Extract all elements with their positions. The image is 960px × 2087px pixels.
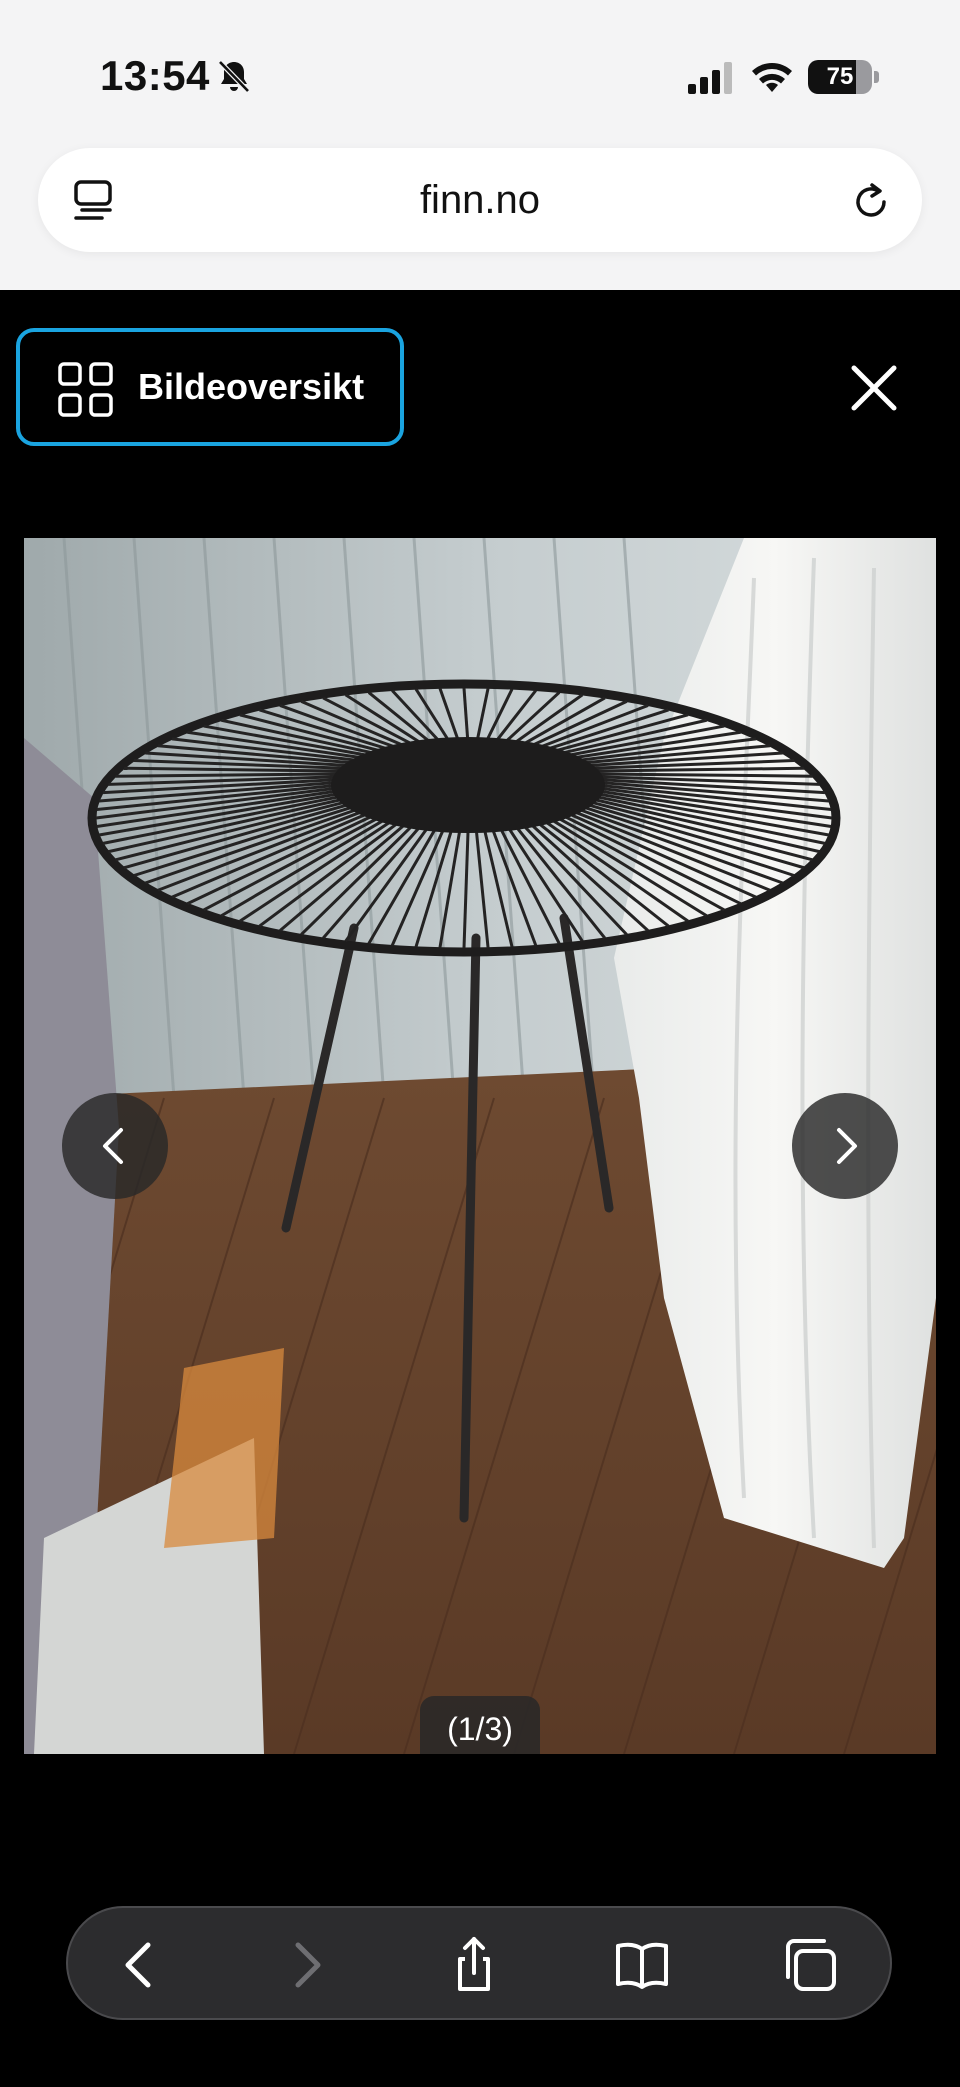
status-time: 13:54 <box>100 52 210 99</box>
forward-icon <box>295 1942 321 1988</box>
reload-icon[interactable] <box>850 178 894 222</box>
tabs-button[interactable] <box>780 1935 840 1995</box>
battery-level: 75 <box>826 63 854 90</box>
cellular-signal-icon <box>688 62 732 94</box>
close-icon[interactable] <box>846 360 902 416</box>
status-bar: 13:54 75 <box>0 0 960 140</box>
image-counter: (1/3) <box>420 1696 540 1754</box>
image-overview-button[interactable]: Bildeoversikt <box>16 328 404 446</box>
browser-toolbar <box>66 1906 892 2020</box>
browser-chrome: 13:54 75 finn.no <box>0 0 960 290</box>
previous-image-button[interactable] <box>62 1093 168 1199</box>
share-button[interactable] <box>444 1935 504 1995</box>
bookmarks-icon <box>616 1942 668 1989</box>
wifi-icon <box>752 63 792 92</box>
tabs-icon <box>786 1939 836 1991</box>
forward-button[interactable] <box>276 1935 336 1995</box>
back-icon <box>125 1942 151 1988</box>
image-overview-label: Bildeoversikt <box>138 366 365 407</box>
grid-icon <box>58 362 113 417</box>
share-icon <box>458 1937 490 1991</box>
next-image-button[interactable] <box>792 1093 898 1199</box>
url-text[interactable]: finn.no <box>38 148 922 252</box>
bookmarks-button[interactable] <box>612 1935 672 1995</box>
chevron-right-icon <box>837 1128 857 1164</box>
bell-slash-icon <box>218 60 250 93</box>
back-button[interactable] <box>110 1935 170 1995</box>
address-bar[interactable]: finn.no <box>38 148 922 252</box>
chevron-left-icon <box>103 1128 123 1164</box>
battery-icon: 75 <box>808 60 879 94</box>
